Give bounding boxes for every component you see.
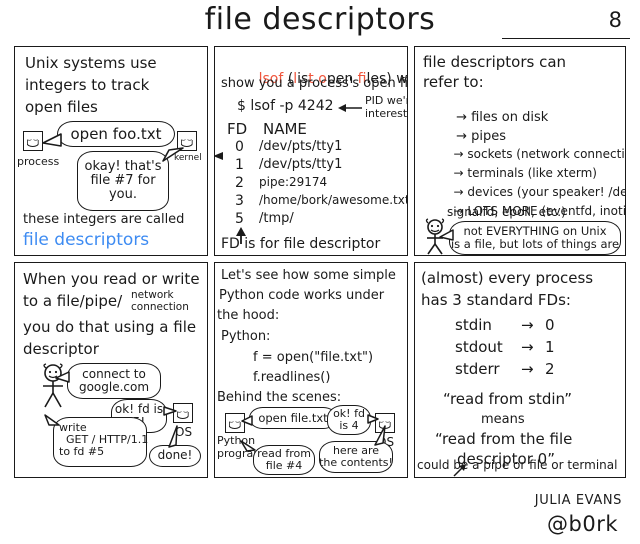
tm-row-2-name: pipe:29174 [259, 175, 328, 189]
bubble-ok-fd5-tail [163, 405, 177, 417]
tm-pid-note: PID we're interested in [365, 94, 408, 120]
bubble-ok-fd4-tail [367, 413, 379, 425]
tm-row-3-fd: 3 [235, 193, 244, 209]
bubble-done-tail [165, 425, 179, 449]
page-title: file descriptors [204, 2, 436, 37]
tr-heading-1: file descriptors can [423, 53, 567, 71]
tm-row-4-fd: 5 [235, 211, 244, 227]
panel-unix-integers: Unix systems use integers to track open … [14, 46, 208, 256]
os-icon-mouth [176, 411, 190, 420]
author-handle: @b0rk [547, 512, 618, 536]
br-fd-stderr-name: stderr [455, 360, 500, 378]
tl-file-descriptors-highlight: file descriptors [23, 230, 150, 250]
panel-read-write-fd: When you read or write to a file/pipe/ n… [14, 262, 208, 478]
bubble-write-get-tail [43, 413, 61, 427]
bubble-read-from-file4: read from file #4 [253, 445, 315, 475]
tm-row-1-name: /dev/pts/tty1 [259, 157, 343, 172]
panel-standard-fds: (almost) every process has 3 standard FD… [414, 262, 626, 478]
panel-fd-refer-to: file descriptors can refer to: → files o… [414, 46, 626, 256]
br-quote-line-2: “read from the file [435, 430, 573, 448]
bm-line-1: Let's see how some simple [221, 268, 396, 283]
bl-line-1: When you read or write [23, 270, 200, 288]
process-label: process [17, 155, 60, 168]
br-fd-stderr-value: 2 [545, 360, 555, 378]
tm-footnote: FD is for file descriptor [221, 236, 381, 252]
bm-line-2: Python code works under [219, 288, 385, 303]
comic-panel-grid: Unix systems use integers to track open … [14, 46, 626, 478]
tl-line-1: Unix systems use [25, 54, 157, 72]
panel-lsof: lsof (list open files) will show you a p… [214, 46, 408, 256]
br-fd-stdout-name: stdout [455, 338, 503, 356]
br-footnote: could be a pipe or file or terminal [417, 458, 618, 472]
tm-header-name: NAME [263, 120, 307, 138]
author-signature: JULIA EVANS [534, 493, 622, 508]
tm-row-4-name: /tmp/ [259, 211, 294, 226]
arrow-right-icon: → [521, 316, 534, 334]
bubble-not-everything: not EVERYTHING on Unix is a file, but lo… [449, 221, 621, 255]
br-line-1: (almost) every process [421, 269, 594, 287]
bl-line-3: you do that using a file [23, 318, 197, 336]
br-fd-stdin-name: stdin [455, 316, 492, 334]
bm-behind-label: Behind the scenes: [217, 390, 342, 405]
bubble-not-everything-tail [439, 229, 455, 243]
bl-line-4: descriptor [23, 340, 99, 358]
bubble-write-get: write GET / HTTP/1.1 to fd #5 [53, 417, 148, 467]
bm-code-line-1: f = open("file.txt") [253, 350, 374, 365]
br-quote-means: means [481, 412, 525, 427]
bl-line-2: to a file/pipe/ [23, 292, 123, 310]
tm-header-fd: FD [227, 120, 248, 138]
panel-python-under-hood: Let's see how some simple Python code wo… [214, 262, 408, 478]
br-line-2: has 3 standard FDs: [421, 291, 571, 309]
bl-superscript-network: network connection [131, 289, 189, 314]
arrow-right-icon: → [521, 338, 534, 356]
tm-row-0-name: /dev/pts/tty1 [259, 139, 343, 154]
header-underline [502, 38, 630, 39]
bm-python-label: Python: [221, 329, 271, 344]
tm-row-1-fd: 1 [235, 157, 244, 173]
bubble-open-foo: open foo.txt [57, 121, 175, 147]
tr-bullet-5-continued: signalfd, epoll, etc.) [447, 205, 566, 219]
bubble-open-file-txt: open file.txt [249, 407, 337, 429]
page-number: 8 [608, 8, 622, 32]
process-icon: ⌣⌣ [23, 131, 43, 151]
process-icon-mouth [26, 139, 40, 148]
arrow-right-icon: → [521, 360, 534, 378]
bubble-here-are-contents-tail [373, 425, 387, 447]
br-quote-line-1: “read from stdin” [443, 390, 573, 408]
tl-line-3: open files [25, 98, 98, 116]
bubble-okay-file7-tail [161, 147, 185, 163]
bubble-connect-google: connect to google.com [67, 363, 161, 399]
tm-intro-tail: show you a process's open files [221, 76, 408, 91]
tm-left-pointer-icon [215, 151, 225, 161]
stick-figure-icon [37, 363, 71, 409]
br-fd-stdout-value: 1 [545, 338, 555, 356]
tm-row-3-name: /home/bork/awesome.txt [259, 193, 408, 207]
tl-line-2: integers to track [25, 76, 150, 94]
page-header: file descriptors 8 [0, 0, 640, 44]
br-fd-stdin-value: 0 [545, 316, 555, 334]
tl-closing-line: these integers are called [23, 212, 185, 227]
python-program-icon-mouth [228, 421, 242, 430]
bubble-ok-fd4: ok! fd is 4 [327, 405, 371, 435]
kernel-icon-mouth [180, 139, 194, 148]
tr-heading-2: refer to: [423, 73, 484, 91]
bm-code-line-2: f.readlines() [253, 370, 331, 385]
bubble-open-foo-tail [41, 133, 63, 149]
bubble-okay-file7: okay! that's file #7 for you. [77, 151, 169, 211]
tm-row-2-fd: 2 [235, 175, 244, 191]
tm-command-line: $ lsof -p 4242 [237, 98, 334, 114]
bm-line-3: the hood: [217, 308, 280, 323]
pid-arrow-icon [337, 102, 363, 114]
tm-row-0-fd: 0 [235, 139, 244, 155]
bubble-open-file-txt-tail [241, 415, 253, 427]
bubble-read-from-file4-tail [239, 439, 257, 453]
bubble-connect-google-tail [55, 371, 71, 385]
